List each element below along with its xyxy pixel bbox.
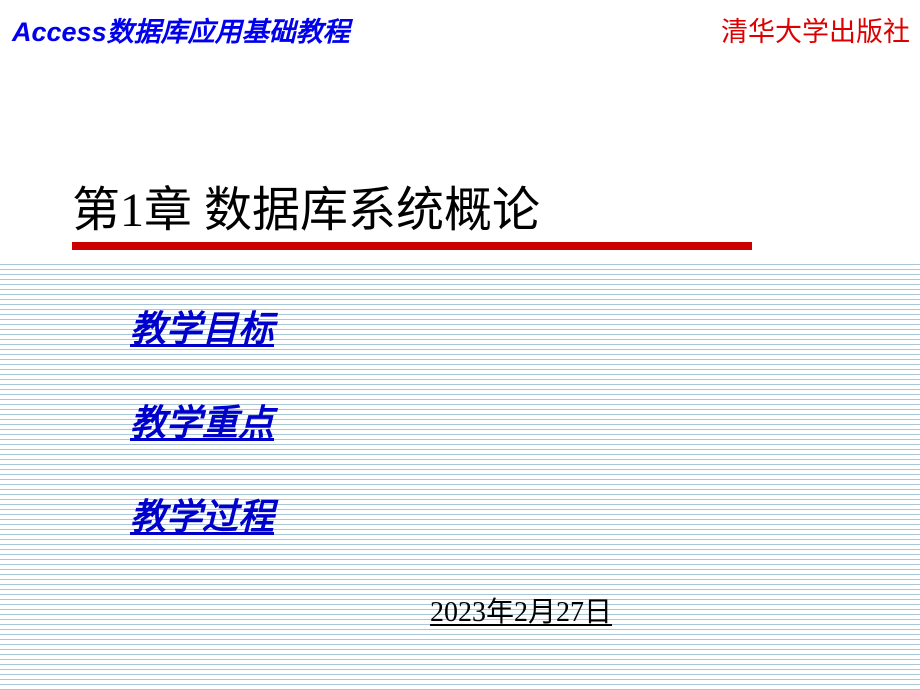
content-item-process: 教学过程 [130,488,274,540]
publisher-name: 清华大学出版社 [721,10,910,49]
content-item-keypoints: 教学重点 [130,394,274,446]
book-title: Access数据库应用基础教程 [12,10,350,49]
slide-header: Access数据库应用基础教程 清华大学出版社 [0,0,920,49]
slide-date: 2023年2月27日 [430,590,612,630]
content-item-objectives: 教学目标 [130,300,274,352]
content-list: 教学目标 教学重点 教学过程 [130,300,274,582]
title-underline [72,242,752,250]
chapter-title: 第1章 数据库系统概论 [72,170,540,240]
